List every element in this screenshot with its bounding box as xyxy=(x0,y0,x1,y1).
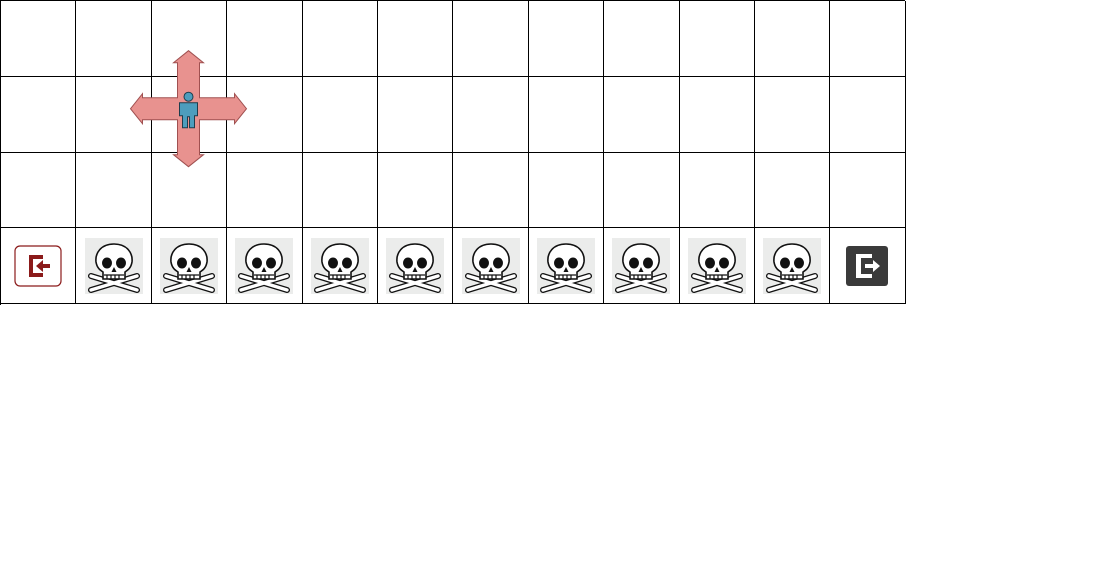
cliff-cell-c5 xyxy=(377,228,454,305)
cliff-cell-c9 xyxy=(679,228,755,305)
cliff-cell-c6 xyxy=(453,228,529,305)
grid-cell-r1-c0 xyxy=(1,76,77,153)
grid-cell-r0-c8 xyxy=(604,1,680,77)
grid-cell-r2-c3 xyxy=(227,152,303,229)
exit-door-icon xyxy=(846,245,889,286)
cliff-cell-c3 xyxy=(227,228,303,305)
skull-crossbones-icon xyxy=(612,237,671,294)
skull-crossbones-icon xyxy=(84,237,143,294)
grid-cell-r2-c2 xyxy=(151,152,228,229)
grid-cell-r0-c3 xyxy=(227,1,303,77)
skull-crossbones-icon xyxy=(159,237,218,294)
grid-cell-r0-c9 xyxy=(679,1,755,77)
grid-cell-r2-c0 xyxy=(1,152,77,229)
grid-cell-r2-c5 xyxy=(377,152,454,229)
grid-cell-r1-c4 xyxy=(302,76,378,153)
grid-cell-r2-c11 xyxy=(830,152,906,229)
grid-cell-r0-c7 xyxy=(528,1,605,77)
cliff-cell-c4 xyxy=(302,228,378,305)
skull-crossbones-icon xyxy=(386,237,445,294)
grid-cell-r2-c9 xyxy=(679,152,755,229)
enter-door-icon xyxy=(14,245,62,287)
skull-crossbones-icon xyxy=(687,237,746,294)
grid-cell-r0-c2 xyxy=(151,1,228,77)
grid-cell-r0-c6 xyxy=(453,1,529,77)
goal-cell xyxy=(830,228,906,305)
grid-cell-r1-c6 xyxy=(453,76,529,153)
grid-cell-r1-c1 xyxy=(76,76,152,153)
grid-cell-r0-c4 xyxy=(302,1,378,77)
grid-cell-r2-c1 xyxy=(76,152,152,229)
grid-cell-r0-c5 xyxy=(377,1,454,77)
start-cell xyxy=(1,228,77,305)
grid-cell-r2-c7 xyxy=(528,152,605,229)
skull-crossbones-icon xyxy=(536,237,595,294)
grid-cell-r1-c11 xyxy=(830,76,906,153)
skull-crossbones-icon xyxy=(310,237,369,294)
gridworld-board xyxy=(0,0,906,305)
cliff-cell-c10 xyxy=(754,228,831,305)
grid-cell-r1-c8 xyxy=(604,76,680,153)
grid-cell-r1-c3 xyxy=(227,76,303,153)
skull-crossbones-icon xyxy=(763,237,822,294)
grid-cell-r1-c2 xyxy=(151,76,228,153)
grid-cell-r0-c1 xyxy=(76,1,152,77)
cliff-cell-c8 xyxy=(604,228,680,305)
grid-cell-r2-c6 xyxy=(453,152,529,229)
grid-cell-r2-c4 xyxy=(302,152,378,229)
cliff-cell-c1 xyxy=(76,228,152,305)
skull-crossbones-icon xyxy=(461,237,520,294)
grid-cell-r0-c11 xyxy=(830,1,906,77)
grid-cell-r2-c8 xyxy=(604,152,680,229)
grid-cell-r1-c5 xyxy=(377,76,454,153)
grid-cell-r1-c9 xyxy=(679,76,755,153)
grid-cell-r0-c10 xyxy=(754,1,831,77)
grid-cell-r1-c10 xyxy=(754,76,831,153)
cliff-cell-c2 xyxy=(151,228,228,305)
grid-cell-r2-c10 xyxy=(754,152,831,229)
grid-cell-r0-c0 xyxy=(1,1,77,77)
grid-cell-r1-c7 xyxy=(528,76,605,153)
skull-crossbones-icon xyxy=(235,237,294,294)
cliff-cell-c7 xyxy=(528,228,605,305)
